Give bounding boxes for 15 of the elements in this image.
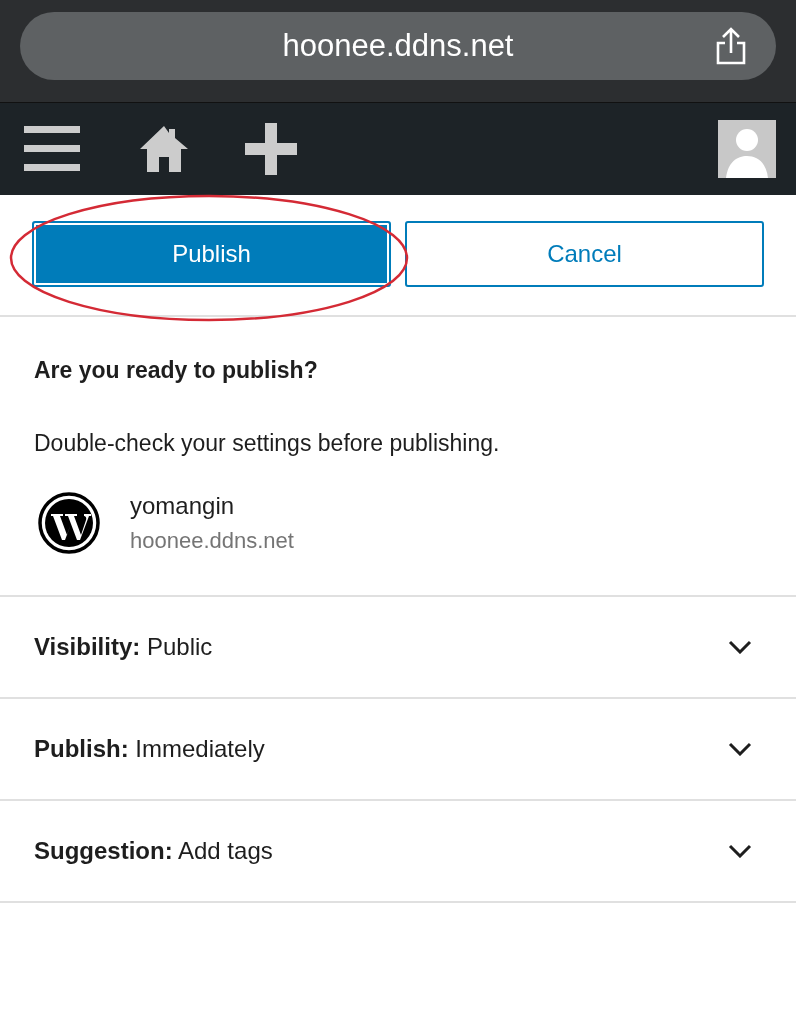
setting-text: Visibility: Public	[34, 632, 213, 662]
share-icon[interactable]	[714, 26, 748, 66]
panel-description: Double-check your settings before publishing.	[34, 428, 501, 458]
publish-button[interactable]: Publish	[32, 221, 391, 287]
plus-icon[interactable]	[244, 122, 298, 176]
cancel-button[interactable]: Cancel	[405, 221, 764, 287]
setting-text: Publish: Immediately	[34, 734, 265, 764]
home-icon[interactable]	[138, 123, 190, 175]
site-url: hoonee.ddns.net	[130, 527, 294, 555]
wordpress-logo-icon	[38, 491, 100, 554]
panel-title: Are you ready to publish?	[34, 356, 319, 385]
setting-text: Suggestion: Add tags	[34, 836, 273, 866]
site-name: yomangin	[130, 491, 236, 521]
address-bar[interactable]: hoonee.ddns.net	[20, 12, 776, 80]
url-text: hoonee.ddns.net	[282, 26, 514, 65]
